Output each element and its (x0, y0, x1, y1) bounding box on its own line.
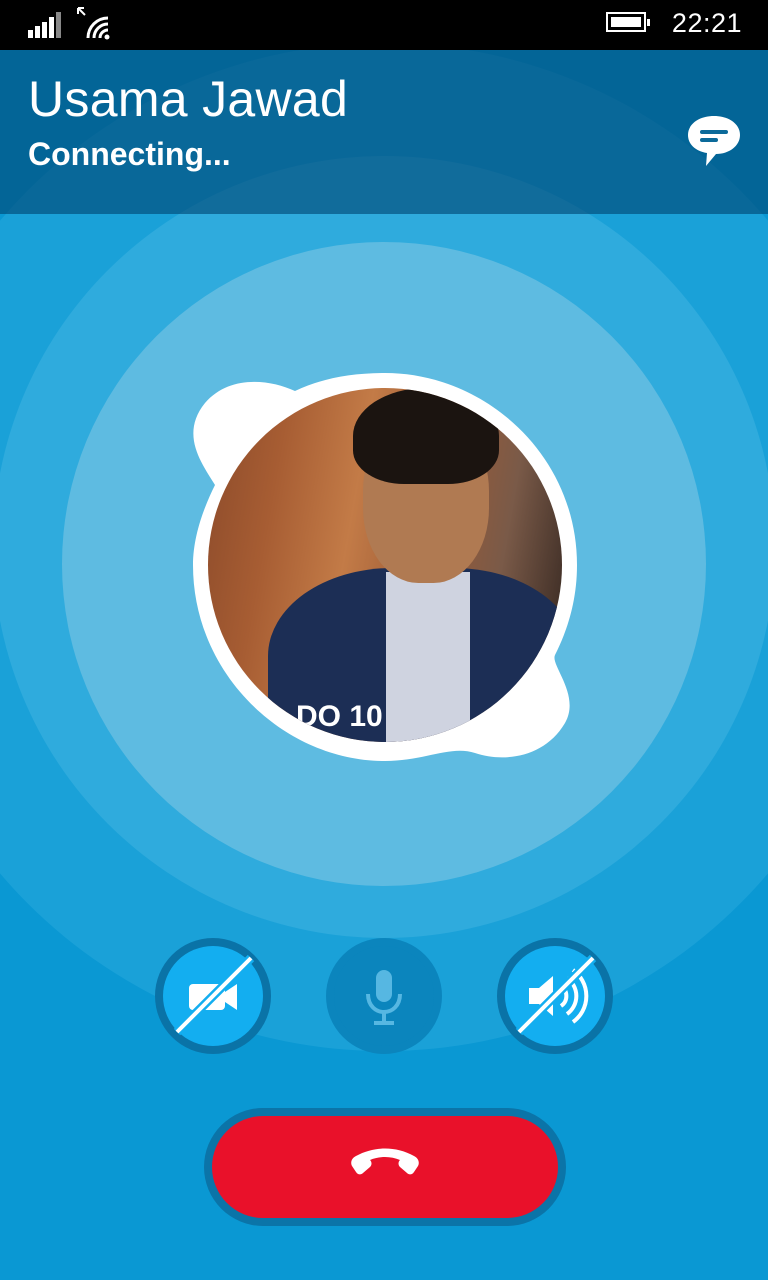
video-toggle-button[interactable] (155, 938, 271, 1054)
contact-avatar: DO 10 (185, 365, 585, 765)
chat-bubble-icon[interactable] (686, 114, 742, 168)
end-call-button[interactable] (204, 1108, 566, 1226)
signal-bars-icon (28, 12, 61, 38)
speaker-off-icon (515, 954, 597, 1036)
avatar-shirt (386, 572, 470, 742)
video-off-icon (173, 954, 255, 1036)
battery-icon (606, 12, 650, 32)
call-header: Usama Jawad Connecting... (0, 50, 768, 214)
hang-up-icon (351, 1148, 419, 1175)
avatar-hair (353, 388, 499, 484)
clock: 22:21 (671, 8, 742, 38)
mute-button[interactable] (326, 938, 442, 1054)
contact-name: Usama Jawad (28, 71, 349, 127)
call-status: Connecting... (28, 136, 231, 172)
wifi-icon (77, 7, 110, 40)
speaker-toggle-button[interactable] (497, 938, 613, 1054)
microphone-icon (366, 970, 402, 1025)
status-bar: 22:21 (0, 0, 768, 50)
avatar-photo: DO 10 (208, 388, 562, 742)
avatar-caption: DO 10 (296, 700, 383, 733)
battery-level (611, 17, 641, 27)
